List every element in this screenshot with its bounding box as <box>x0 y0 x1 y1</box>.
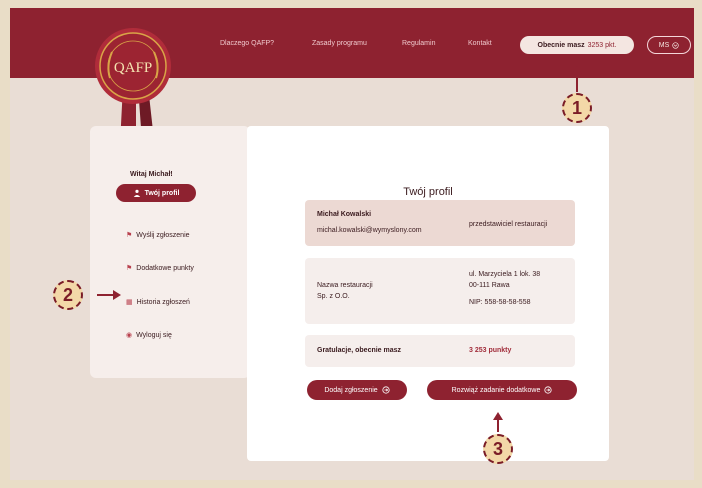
sidebar: Witaj Michał! Twój profil ⚑ Wyślij zgłos… <box>90 126 250 378</box>
callout-badge-2: 2 <box>53 280 83 310</box>
restaurant-address-street: ul. Marzyciela 1 lok. 38 <box>469 271 541 278</box>
points-label: Obecnie masz <box>537 41 585 49</box>
person-icon <box>133 189 140 197</box>
nav-link-rules[interactable]: Zasady programu <box>312 40 367 47</box>
solve-extra-task-label: Rozwiąż zadanie dodatkowe <box>451 386 541 394</box>
app-frame: Dlaczego QAFP? Zasady programu Regulamin… <box>10 8 694 480</box>
nav-link-why-qafp[interactable]: Dlaczego QAFP? <box>220 40 274 47</box>
sidebar-item-profile[interactable]: Twój profil <box>116 184 196 202</box>
add-report-button[interactable]: Dodaj zgłoszenie <box>307 380 407 400</box>
nav-link-contact[interactable]: Kontakt <box>468 40 492 47</box>
points-summary-value: 3 253 punkty <box>469 347 512 354</box>
flag-icon: ⚑ <box>126 265 133 272</box>
solve-extra-task-button[interactable]: Rozwiąż zadanie dodatkowe <box>427 380 577 400</box>
sidebar-item-logout[interactable]: ◉ Wyloguj się <box>126 331 172 340</box>
sidebar-item-label: Historia zgłoszeń <box>136 298 190 306</box>
callout-badge-3: 3 <box>483 434 513 464</box>
calendar-icon: ▦ <box>126 299 133 306</box>
restaurant-address-city: 00-111 Rawa <box>469 282 510 289</box>
sidebar-item-label: Dodatkowe punkty <box>136 264 194 272</box>
flag-icon: ⚑ <box>126 232 133 239</box>
user-role: przedstawiciel restauracji <box>469 221 548 228</box>
callout-badge-1: 1 <box>562 93 592 123</box>
sidebar-item-extra-points[interactable]: ⚑ Dodatkowe punkty <box>126 264 194 273</box>
sidebar-item-profile-label: Twój profil <box>144 189 180 197</box>
restaurant-company: Sp. z O.O. <box>317 293 350 300</box>
profile-panel: Twój profil Michał Kowalski michal.kowal… <box>247 126 609 461</box>
restaurant-nip: NIP: 558-58-58-558 <box>469 299 531 306</box>
arrow-right-circle-icon <box>382 386 390 394</box>
user-info-card: Michał Kowalski michal.kowalski@wymyslon… <box>305 200 575 246</box>
logout-icon: ◉ <box>126 332 133 339</box>
points-summary-card: Gratulacje, obecnie masz 3 253 punkty <box>305 335 575 367</box>
page-title: Twój profil <box>403 186 453 198</box>
points-congrats-text: Gratulacje, obecnie masz <box>317 347 402 354</box>
user-name: Michał Kowalski <box>317 211 372 218</box>
add-report-label: Dodaj zgłoszenie <box>324 386 378 394</box>
arrow-right-circle-icon <box>544 386 552 394</box>
restaurant-info-card: Nazwa restauracji Sp. z O.O. ul. Marzyci… <box>305 258 575 324</box>
sidebar-item-label: Wyślij zgłoszenie <box>136 231 190 239</box>
user-initials: MS <box>658 41 670 49</box>
sidebar-item-history[interactable]: ▦ Historia zgłoszeń <box>126 298 190 307</box>
logo-text: QAFP <box>114 60 152 76</box>
sidebar-item-label: Wyloguj się <box>136 331 172 339</box>
chevron-down-icon <box>672 41 679 49</box>
nav-link-regulations[interactable]: Regulamin <box>402 40 435 47</box>
sidebar-greeting: Witaj Michał! <box>130 171 173 178</box>
sidebar-item-send-report[interactable]: ⚑ Wyślij zgłoszenie <box>126 231 190 240</box>
user-menu-button[interactable]: MS <box>647 36 691 54</box>
points-balance-pill[interactable]: Obecnie masz 3253 pkt. <box>520 36 634 54</box>
user-email: michal.kowalski@wymyslony.com <box>317 227 422 234</box>
points-value: 3253 pkt. <box>587 41 617 49</box>
restaurant-name: Nazwa restauracji <box>317 282 373 289</box>
